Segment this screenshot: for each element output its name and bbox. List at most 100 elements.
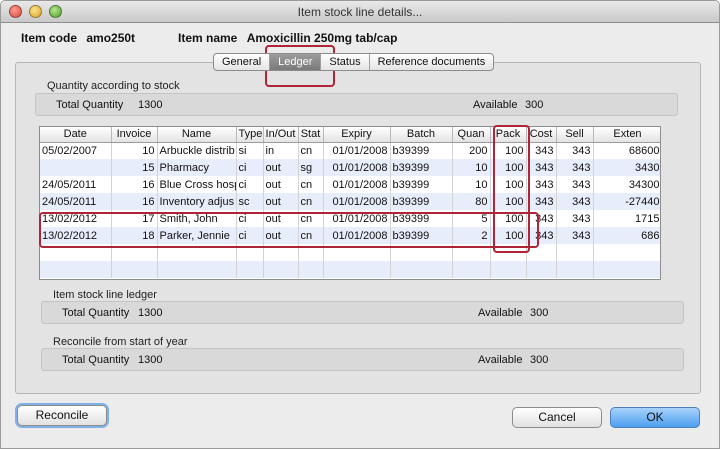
table-row[interactable]: 24/05/2011 16 Inventory adjus sc out cn … — [40, 193, 660, 210]
cell-exten: 3430 — [593, 159, 660, 176]
cell-type: ci — [236, 210, 264, 227]
stock-section-label: Quantity according to stock — [47, 80, 180, 92]
cell-date — [40, 159, 112, 176]
cell-exten: 1715 — [593, 210, 660, 227]
empty-row — [40, 244, 660, 261]
cell-date: 24/05/2011 — [40, 176, 112, 193]
cell-batch: b39399 — [390, 176, 453, 193]
cell-type: ci — [236, 227, 264, 244]
ok-button[interactable]: OK — [610, 407, 700, 428]
cell-stat: cn — [298, 227, 324, 244]
cell-exten: 34300 — [593, 176, 660, 193]
cell-in-out: out — [263, 193, 299, 210]
cell-cost: 343 — [526, 210, 557, 227]
cell-date: 13/02/2012 — [40, 210, 112, 227]
cell-sell: 343 — [556, 210, 594, 227]
tab-status[interactable]: Status — [321, 54, 370, 70]
cell-quan: 10 — [452, 159, 491, 176]
cell-invoice: 16 — [111, 193, 158, 210]
cell-type: si — [236, 142, 264, 159]
cell-in-out: out — [263, 210, 299, 227]
column-header-quan[interactable]: Quan — [452, 127, 491, 143]
cell-name: Parker, Jennie — [157, 227, 237, 244]
column-header-in-out[interactable]: In/Out — [263, 127, 299, 143]
empty-row — [40, 261, 660, 278]
column-header-cost[interactable]: Cost — [526, 127, 557, 143]
reconcile-available-label: Available — [478, 354, 523, 366]
ledger-quantity-box: Total Quantity 1300 Available 300 — [41, 301, 684, 324]
cell-quan: 80 — [452, 193, 491, 210]
cell-expiry: 01/01/2008 — [323, 227, 391, 244]
item-name-row: Item name Amoxicillin 250mg tab/cap — [178, 31, 397, 45]
cell-quan: 5 — [452, 210, 491, 227]
tab-ledger[interactable]: Ledger — [270, 54, 322, 70]
cell-pack: 100 — [490, 227, 527, 244]
cell-date: 05/02/2007 — [40, 142, 112, 159]
reconcile-button[interactable]: Reconcile — [17, 405, 107, 426]
tab-reference-documents[interactable]: Reference documents — [370, 54, 494, 70]
cell-invoice: 17 — [111, 210, 158, 227]
cell-expiry: 01/01/2008 — [323, 193, 391, 210]
cell-batch: b39399 — [390, 159, 453, 176]
table-row[interactable]: 13/02/2012 18 Parker, Jennie ci out cn 0… — [40, 227, 660, 244]
cell-pack: 100 — [490, 159, 527, 176]
item-name-value: Amoxicillin 250mg tab/cap — [246, 31, 398, 45]
cell-invoice: 15 — [111, 159, 158, 176]
stock-available-value: 300 — [525, 99, 544, 111]
dialog-window: Item stock line details... Item code amo… — [0, 0, 720, 449]
column-header-stat[interactable]: Stat — [298, 127, 324, 143]
table-row[interactable]: 24/05/2011 16 Blue Cross hosp ci out cn … — [40, 176, 660, 193]
cell-pack: 100 — [490, 176, 527, 193]
reconcile-total-label: Total Quantity — [62, 354, 130, 366]
cell-cost: 343 — [526, 227, 557, 244]
cell-name: Pharmacy — [157, 159, 237, 176]
reconcile-section-label: Reconcile from start of year — [53, 336, 188, 348]
cancel-button[interactable]: Cancel — [512, 407, 602, 428]
column-header-batch[interactable]: Batch — [390, 127, 453, 143]
cell-sell: 343 — [556, 159, 594, 176]
table-row[interactable]: 15 Pharmacy ci out sg 01/01/2008 b39399 … — [40, 159, 660, 176]
ledger-available-label: Available — [478, 307, 523, 319]
column-header-type[interactable]: Type — [236, 127, 264, 143]
table-header-row: Date Invoice Name Type In/Out Stat Expir… — [40, 127, 660, 143]
table-row[interactable]: 13/02/2012 17 Smith, John ci out cn 01/0… — [40, 210, 660, 227]
column-header-date[interactable]: Date — [40, 127, 112, 143]
cell-date: 24/05/2011 — [40, 193, 112, 210]
cell-in-out: in — [263, 142, 299, 159]
ledger-table[interactable]: Date Invoice Name Type In/Out Stat Expir… — [39, 126, 661, 280]
cell-cost: 343 — [526, 142, 557, 159]
stock-available-label: Available — [473, 99, 518, 111]
ledger-available-value: 300 — [530, 307, 549, 319]
column-header-invoice[interactable]: Invoice — [111, 127, 158, 143]
cell-batch: b39399 — [390, 193, 453, 210]
cell-invoice: 10 — [111, 142, 158, 159]
ledger-section-label: Item stock line ledger — [53, 289, 157, 301]
column-header-exten[interactable]: Exten — [593, 127, 660, 143]
table-row[interactable]: 05/02/2007 10 Arbuckle distrib si in cn … — [40, 142, 660, 159]
cell-quan: 2 — [452, 227, 491, 244]
cell-exten: 68600 — [593, 142, 660, 159]
cell-quan: 10 — [452, 176, 491, 193]
cell-stat: cn — [298, 142, 324, 159]
tab-general[interactable]: General — [214, 54, 271, 70]
cell-type: ci — [236, 176, 264, 193]
cell-quan: 200 — [452, 142, 491, 159]
item-code-row: Item code amo250t — [21, 31, 135, 45]
cell-in-out: out — [263, 159, 299, 176]
ledger-total-value: 1300 — [138, 307, 163, 319]
cell-stat: sg — [298, 159, 324, 176]
cell-stat: cn — [298, 210, 324, 227]
cell-invoice: 18 — [111, 227, 158, 244]
cell-pack: 100 — [490, 210, 527, 227]
column-header-name[interactable]: Name — [157, 127, 237, 143]
cell-batch: b39399 — [390, 227, 453, 244]
cell-batch: b39399 — [390, 142, 453, 159]
cell-type: sc — [236, 193, 264, 210]
cell-in-out: out — [263, 176, 299, 193]
cell-pack: 100 — [490, 193, 527, 210]
column-header-sell[interactable]: Sell — [556, 127, 594, 143]
cell-stat: cn — [298, 176, 324, 193]
column-header-pack[interactable]: Pack — [490, 127, 527, 143]
item-name-label: Item name — [178, 31, 238, 45]
column-header-expiry[interactable]: Expiry — [323, 127, 391, 143]
